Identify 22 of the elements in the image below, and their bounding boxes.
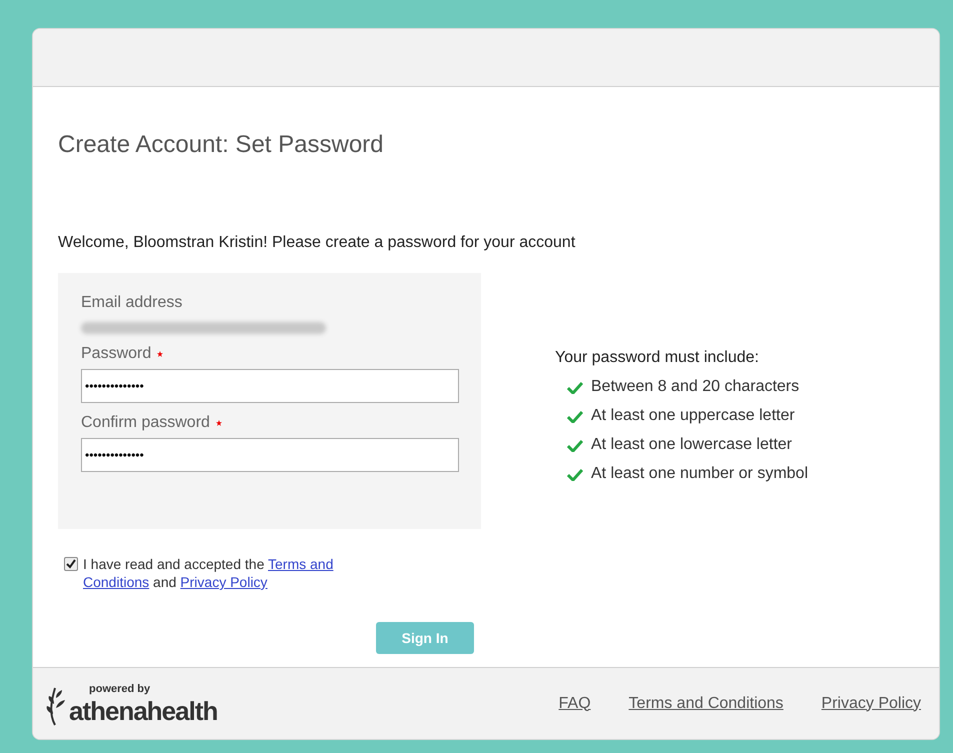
requirements-heading: Your password must include:	[555, 348, 760, 368]
field-label: Confirm password	[81, 413, 210, 433]
requirement-text: At least one uppercase letter	[591, 406, 795, 426]
page-title: Create Account: Set Password	[58, 131, 384, 159]
field-label: Email address	[81, 293, 182, 313]
powered-by-text: powered by	[89, 682, 152, 696]
password-field[interactable]: ••••••••••••••	[81, 369, 459, 403]
agreement-checkbox[interactable]	[64, 557, 78, 571]
requirement-text: At least one lowercase letter	[591, 435, 792, 455]
terms-link[interactable]: Conditions	[83, 574, 150, 590]
requirement-text: Between 8 and 20 characters	[591, 377, 800, 397]
welcome-text: Welcome, Bloomstran Kristin! Please create a password for your account	[58, 233, 576, 253]
brand-logo-text: athenahealth	[69, 696, 218, 726]
agreement-text: I have read and accepted the Terms and Conditions and Privacy Policy	[83, 555, 334, 591]
field-label: Password	[81, 344, 152, 364]
footer-link[interactable]: Privacy Policy	[821, 692, 921, 716]
footer-link[interactable]: Terms and Conditions	[628, 692, 784, 716]
terms-link[interactable]: Terms and	[268, 556, 334, 572]
requirement-text: At least one number or symbol	[591, 464, 808, 484]
password-field[interactable]: ••••••••••••••	[81, 438, 459, 472]
privacy-link[interactable]: Privacy Policy	[180, 574, 268, 590]
footer-link[interactable]: FAQ	[558, 692, 591, 716]
